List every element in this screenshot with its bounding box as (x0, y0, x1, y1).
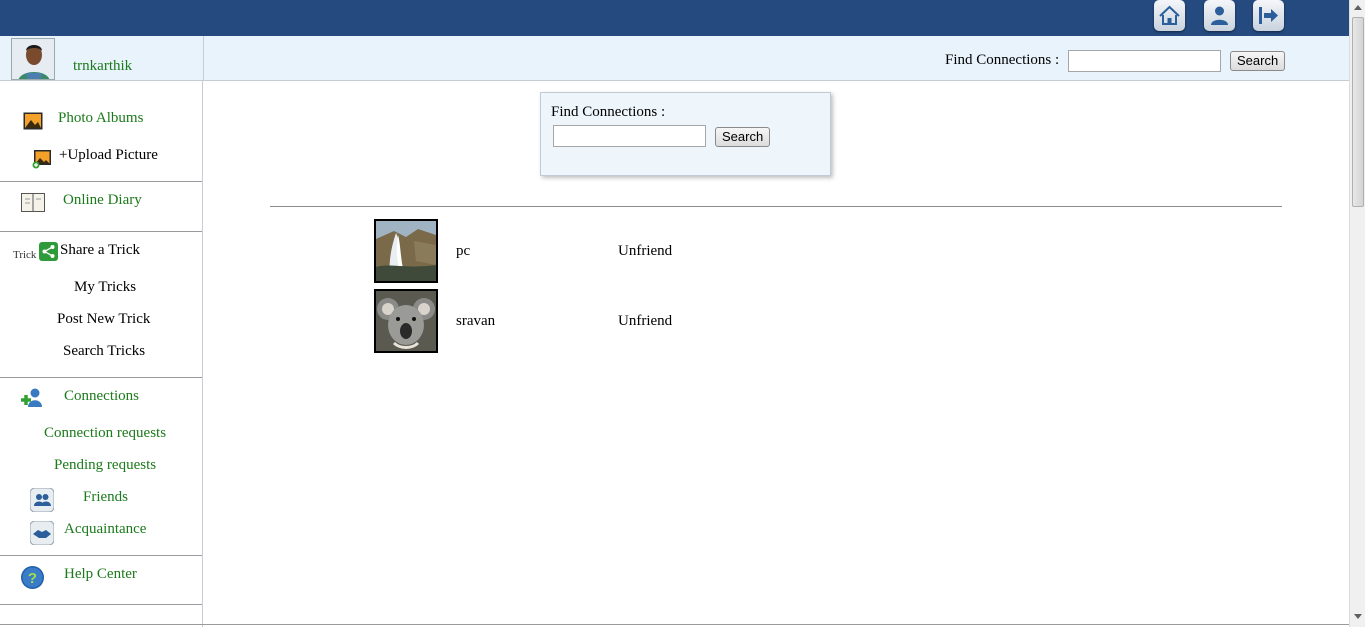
sidebar-item-my-tricks[interactable]: My Tricks (74, 279, 136, 296)
top-find-label: Find Connections : (945, 52, 1060, 68)
sidebar-item-upload-picture[interactable]: +Upload Picture (59, 147, 158, 164)
vertical-scrollbar[interactable] (1349, 0, 1365, 627)
connections-icon (19, 387, 46, 416)
unfriend-link[interactable]: Unfriend (618, 313, 672, 330)
sidebar-item-help-center[interactable]: Help Center (64, 566, 137, 583)
photo-album-icon (23, 112, 43, 135)
trick-label: Trick (13, 249, 37, 261)
find-connections-input[interactable] (553, 125, 706, 147)
divider (0, 555, 202, 556)
sidebar-item-connections[interactable]: Connections (64, 388, 139, 405)
top-bar (0, 0, 1349, 36)
acquaintance-icon (29, 520, 55, 550)
sidebar-item-share-trick[interactable]: Share a Trick (60, 242, 140, 259)
sidebar-item-friends[interactable]: Friends (83, 489, 128, 506)
find-connections-search-button[interactable]: Search (715, 127, 771, 147)
sidebar-item-connection-requests[interactable]: Connection requests (44, 425, 166, 442)
connection-name[interactable]: pc (456, 243, 470, 260)
scroll-down-icon[interactable] (1354, 614, 1362, 620)
logout-icon[interactable] (1253, 0, 1284, 31)
sidebar-item-photo-albums[interactable]: Photo Albums (58, 110, 143, 127)
sidebar-item-pending-requests[interactable]: Pending requests (54, 457, 156, 474)
unfriend-link[interactable]: Unfriend (618, 243, 672, 260)
user-bar: trnkarthik Find Connections : Search (0, 36, 1349, 81)
find-connections-label: Find Connections : (551, 104, 666, 120)
sidebar-item-post-new-trick[interactable]: Post New Trick (57, 311, 150, 328)
profile-icon[interactable] (1204, 0, 1235, 31)
divider (0, 624, 1349, 625)
upload-picture-icon (32, 149, 52, 174)
sidebar-item-acquaintance[interactable]: Acquaintance (64, 521, 146, 538)
top-search-button[interactable]: Search (1230, 51, 1286, 71)
share-icon (39, 242, 58, 266)
divider (0, 604, 202, 605)
scrollbar-thumb[interactable] (1352, 17, 1364, 207)
username-link[interactable]: trnkarthik (73, 58, 132, 75)
sidebar-item-search-tricks[interactable]: Search Tricks (63, 343, 145, 360)
connection-thumb-pc[interactable] (374, 219, 438, 283)
divider (0, 377, 202, 378)
divider (270, 206, 1282, 207)
find-connections-panel: Find Connections : Search (540, 92, 831, 176)
sidebar-item-online-diary[interactable]: Online Diary (63, 192, 142, 209)
scroll-up-icon[interactable] (1354, 4, 1362, 10)
connection-thumb-sravan[interactable] (374, 289, 438, 353)
sidebar: Photo Albums +Upload Picture Online Diar… (0, 81, 203, 627)
home-icon[interactable] (1154, 0, 1185, 31)
diary-icon (21, 193, 45, 217)
top-search-input[interactable] (1068, 50, 1221, 72)
avatar[interactable] (11, 38, 55, 80)
friends-icon (29, 487, 55, 517)
connection-name[interactable]: sravan (456, 313, 495, 330)
divider (203, 36, 204, 81)
svg-text:?: ? (28, 570, 37, 587)
divider (0, 231, 202, 232)
help-icon: ? (20, 565, 45, 595)
divider (0, 181, 202, 182)
